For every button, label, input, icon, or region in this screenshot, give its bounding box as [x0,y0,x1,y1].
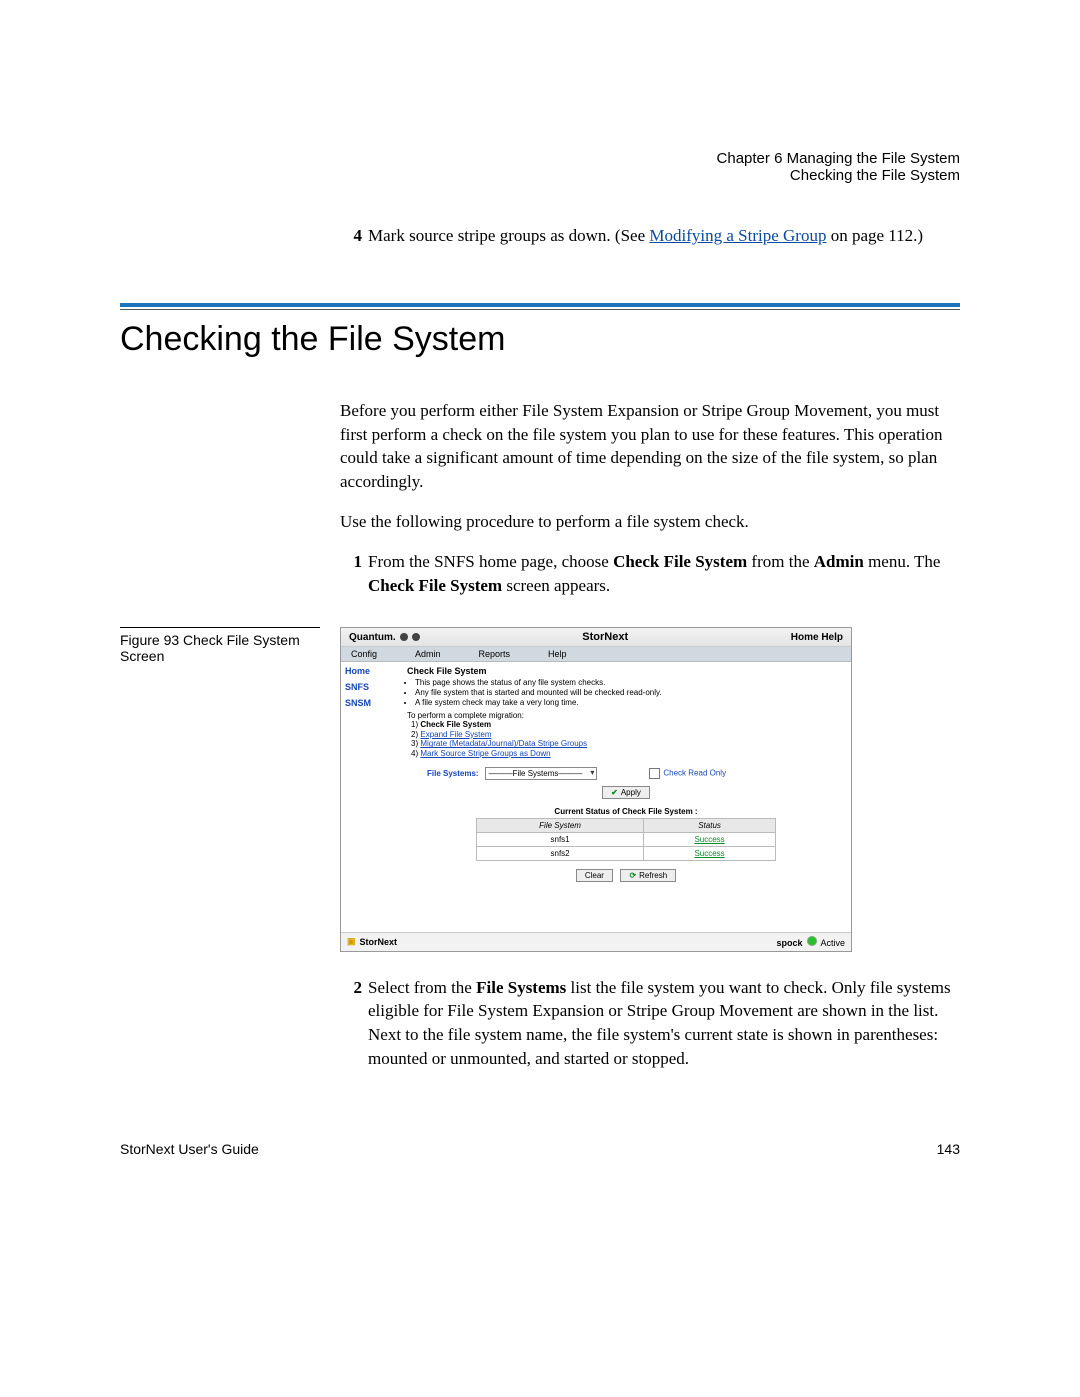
migration-steps: 1) Check File System 2) Expand File Syst… [411,720,845,758]
step-text: Mark source stripe groups as down. (See … [368,224,923,248]
section-rule-blue [120,303,960,307]
clear-button[interactable]: Clear [576,869,613,882]
document-page: Chapter 6 Managing the File System Check… [0,0,1080,1217]
app-title: StorNext [582,631,628,643]
step-1: 1 From the SNFS home page, choose Check … [340,550,960,598]
link-modifying-stripe-group[interactable]: Modifying a Stripe Group [649,226,826,245]
file-systems-label: File Systems: [427,769,479,778]
statusbar: ▣StorNext spock Active [341,932,851,951]
th-file-system: File System [477,818,644,832]
menu-help[interactable]: Help [548,649,567,659]
step-text: From the SNFS home page, choose Check Fi… [368,550,960,598]
menu-config[interactable]: Config [351,649,377,659]
refresh-icon: ⟳ [629,871,636,880]
chapter-subtitle: Checking the File System [120,167,960,184]
list-item: Any file system that is started and moun… [415,688,845,698]
checkbox-icon[interactable] [649,768,660,779]
link-mark-down[interactable]: Mark Source Stripe Groups as Down [420,749,550,758]
panel-title: Check File System [407,666,845,676]
intro-paragraph-2: Use the following procedure to perform a… [340,510,960,534]
screenshot-check-file-system: Quantum. StorNext Home Help Config Admin… [340,627,852,951]
apply-button[interactable]: ✔Apply [602,786,650,799]
link-expand-fs[interactable]: Expand File System [420,730,491,739]
page-number: 143 [937,1141,960,1157]
step-4: 4 Mark source stripe groups as down. (Se… [340,224,960,248]
status-link[interactable]: Success [644,846,776,860]
th-status: Status [644,818,776,832]
link-migrate[interactable]: Migrate (Metadata/Journal)/Data Stripe G… [420,739,587,748]
table-row: snfs1Success [477,832,776,846]
quantum-logo: Quantum. [349,632,420,643]
page-footer: StorNext User's Guide 143 [120,1141,960,1157]
file-systems-select[interactable]: ———File Systems——— [485,767,598,780]
sidebar-item-home[interactable]: Home [345,666,397,676]
menu-admin[interactable]: Admin [415,649,441,659]
figure-caption: Figure 93 Check File System Screen [120,627,320,951]
check-icon: ✔ [611,788,618,797]
sidebar-item-snsm[interactable]: SNSM [345,698,397,708]
top-links[interactable]: Home Help [791,632,843,643]
intro-paragraph-1: Before you perform either File System Ex… [340,399,960,494]
step-text: Select from the File Systems list the fi… [368,976,960,1071]
section-title: Checking the File System [120,320,960,359]
chapter-label: Chapter 6 Managing the File System [120,150,960,167]
menu-reports[interactable]: Reports [479,649,511,659]
section-rule-gray [120,309,960,310]
step-number: 2 [340,976,368,1071]
info-bullets: This page shows the status of any file s… [415,678,845,707]
app-titlebar: Quantum. StorNext Home Help [341,628,851,647]
table-row: snfs2Success [477,846,776,860]
footer-brand: ▣StorNext [347,936,397,947]
check-read-only[interactable]: Check Read Only [649,768,726,779]
refresh-button[interactable]: ⟳Refresh [620,869,676,882]
status-table: File SystemStatus snfs1Success snfs2Succ… [476,818,776,861]
migration-intro: To perform a complete migration: [407,711,845,720]
footer-left: StorNext User's Guide [120,1141,259,1157]
footer-status: spock Active [776,936,845,948]
step-number: 4 [340,224,368,248]
sidebar-item-snfs[interactable]: SNFS [345,682,397,692]
page-header: Chapter 6 Managing the File System Check… [120,150,960,184]
menubar: Config Admin Reports Help [341,647,851,662]
step-2: 2 Select from the File Systems list the … [340,976,960,1071]
step-number: 1 [340,550,368,598]
main-panel: Check File System This page shows the st… [401,662,851,931]
status-heading: Current Status of Check File System : [407,807,845,816]
list-item: This page shows the status of any file s… [415,678,845,688]
status-link[interactable]: Success [644,832,776,846]
list-item: A file system check may take a very long… [415,698,845,708]
status-led-icon [807,936,817,946]
folder-icon: ▣ [347,936,356,947]
sidebar: Home SNFS SNSM [341,662,401,931]
